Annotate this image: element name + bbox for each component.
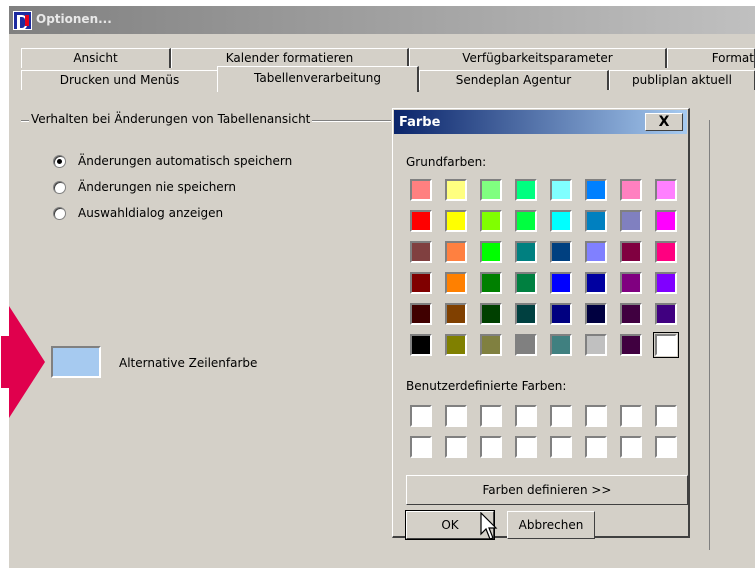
basic-color-swatch[interactable]	[620, 272, 642, 294]
basic-color-swatch[interactable]	[410, 179, 432, 201]
basic-color-swatch[interactable]	[620, 241, 642, 263]
close-button[interactable]: X	[645, 113, 683, 131]
basic-color-swatch[interactable]	[585, 334, 607, 356]
custom-color-swatch[interactable]	[445, 405, 467, 427]
basic-color-swatch[interactable]	[445, 334, 467, 356]
basic-color-swatch[interactable]	[655, 241, 677, 263]
radio-indicator[interactable]	[53, 206, 66, 220]
basic-color-swatch[interactable]	[550, 179, 572, 201]
basic-color-swatch[interactable]	[410, 334, 432, 356]
basic-color-swatch[interactable]	[410, 303, 432, 325]
custom-color-swatch[interactable]	[585, 405, 607, 427]
panel-divider	[709, 120, 710, 550]
basic-color-swatch[interactable]	[620, 303, 642, 325]
custom-color-swatch[interactable]	[620, 436, 642, 458]
group-label: Verhalten bei Änderungen von Tabellenans…	[29, 112, 313, 126]
radio-never-save[interactable]: Änderungen nie speichern	[53, 180, 236, 194]
basic-color-swatch[interactable]	[515, 210, 537, 232]
basic-color-swatch[interactable]	[445, 272, 467, 294]
radio-indicator[interactable]	[53, 154, 66, 168]
custom-color-swatch[interactable]	[410, 436, 432, 458]
basic-color-swatch[interactable]	[585, 179, 607, 201]
alt-row-color-swatch[interactable]	[51, 346, 101, 378]
basic-color-swatch[interactable]	[480, 241, 502, 263]
custom-color-swatch[interactable]	[515, 436, 537, 458]
basic-color-swatch[interactable]	[550, 334, 572, 356]
basic-color-swatch[interactable]	[585, 241, 607, 263]
tab-kalender-formatieren[interactable]: Kalender formatieren	[171, 48, 409, 68]
radio-label: Auswahldialog anzeigen	[78, 206, 224, 220]
custom-color-swatch[interactable]	[550, 436, 572, 458]
basic-color-swatch[interactable]	[585, 272, 607, 294]
app-logo-icon	[13, 11, 32, 30]
basic-color-swatch[interactable]	[550, 303, 572, 325]
basic-color-swatch[interactable]	[445, 210, 467, 232]
basic-color-swatch[interactable]	[480, 334, 502, 356]
tab-tabellenverarbeitung[interactable]: Tabellenverarbeitung	[217, 66, 419, 92]
custom-colors-label: Benutzerdefinierte Farben:	[406, 379, 567, 393]
basic-color-swatch[interactable]	[515, 334, 537, 356]
custom-color-swatch[interactable]	[655, 405, 677, 427]
tab-sendeplan-agentur[interactable]: Sendeplan Agentur	[419, 70, 609, 90]
tab-publiplan-aktuell[interactable]: publiplan aktuell	[609, 70, 755, 90]
custom-color-swatch[interactable]	[620, 405, 642, 427]
basic-color-swatch[interactable]	[620, 179, 642, 201]
basic-color-swatch[interactable]	[585, 303, 607, 325]
basic-color-swatch[interactable]	[515, 179, 537, 201]
basic-color-swatch[interactable]	[445, 303, 467, 325]
basic-color-swatch[interactable]	[445, 241, 467, 263]
basic-color-swatch[interactable]	[655, 272, 677, 294]
basic-color-swatch[interactable]	[653, 332, 679, 358]
radio-label: Änderungen automatisch speichern	[78, 154, 293, 168]
dialog-title: Farbe	[399, 115, 441, 130]
basic-color-swatch[interactable]	[445, 179, 467, 201]
cancel-button[interactable]: Abbrechen	[507, 511, 595, 539]
radio-auto-save[interactable]: Änderungen automatisch speichern	[53, 154, 292, 168]
color-dialog: Farbe X Grundfarben: Benutzerdefinierte …	[392, 108, 690, 540]
basic-color-swatch[interactable]	[620, 210, 642, 232]
basic-color-swatch[interactable]	[550, 241, 572, 263]
tab-verfuegbarkeitsparameter[interactable]: Verfügbarkeitsparameter	[409, 48, 667, 68]
basic-color-swatch[interactable]	[655, 303, 677, 325]
define-colors-button[interactable]: Farben definieren >>	[406, 475, 688, 505]
basic-colors-label: Grundfarben:	[406, 155, 487, 169]
basic-color-swatch[interactable]	[480, 179, 502, 201]
custom-color-swatch[interactable]	[410, 405, 432, 427]
custom-color-swatch[interactable]	[445, 436, 467, 458]
radio-show-dialog[interactable]: Auswahldialog anzeigen	[53, 206, 223, 220]
basic-color-swatch[interactable]	[550, 272, 572, 294]
custom-color-swatch[interactable]	[515, 405, 537, 427]
alt-row-color-label: Alternative Zeilenfarbe	[119, 356, 258, 370]
basic-color-swatch[interactable]	[480, 272, 502, 294]
dialog-title-bar[interactable]: Farbe X	[394, 110, 687, 134]
tab-format[interactable]: Format	[667, 48, 755, 68]
basic-color-swatch[interactable]	[655, 210, 677, 232]
title-bar[interactable]: Optionen...	[9, 6, 755, 34]
custom-color-swatch[interactable]	[480, 405, 502, 427]
mouse-cursor-icon	[480, 512, 498, 540]
pointer-arrow-icon	[1, 306, 45, 418]
basic-color-swatch[interactable]	[480, 210, 502, 232]
basic-color-swatch[interactable]	[410, 272, 432, 294]
basic-color-swatch[interactable]	[515, 272, 537, 294]
basic-color-swatch[interactable]	[515, 241, 537, 263]
custom-color-swatch[interactable]	[550, 405, 572, 427]
basic-color-swatch[interactable]	[410, 210, 432, 232]
tab-drucken-und-menues[interactable]: Drucken und Menüs	[21, 70, 219, 90]
basic-color-swatch[interactable]	[655, 179, 677, 201]
basic-color-swatch[interactable]	[480, 303, 502, 325]
custom-color-swatch[interactable]	[480, 436, 502, 458]
custom-color-swatch[interactable]	[585, 436, 607, 458]
basic-color-swatch[interactable]	[585, 210, 607, 232]
custom-color-swatch[interactable]	[655, 436, 677, 458]
basic-color-swatch[interactable]	[515, 303, 537, 325]
basic-color-swatch[interactable]	[550, 210, 572, 232]
basic-color-swatch[interactable]	[620, 334, 642, 356]
radio-label: Änderungen nie speichern	[78, 180, 237, 194]
tab-ansicht[interactable]: Ansicht	[21, 48, 171, 68]
window-title: Optionen...	[36, 12, 112, 26]
radio-indicator[interactable]	[53, 180, 66, 194]
basic-color-swatch[interactable]	[410, 241, 432, 263]
